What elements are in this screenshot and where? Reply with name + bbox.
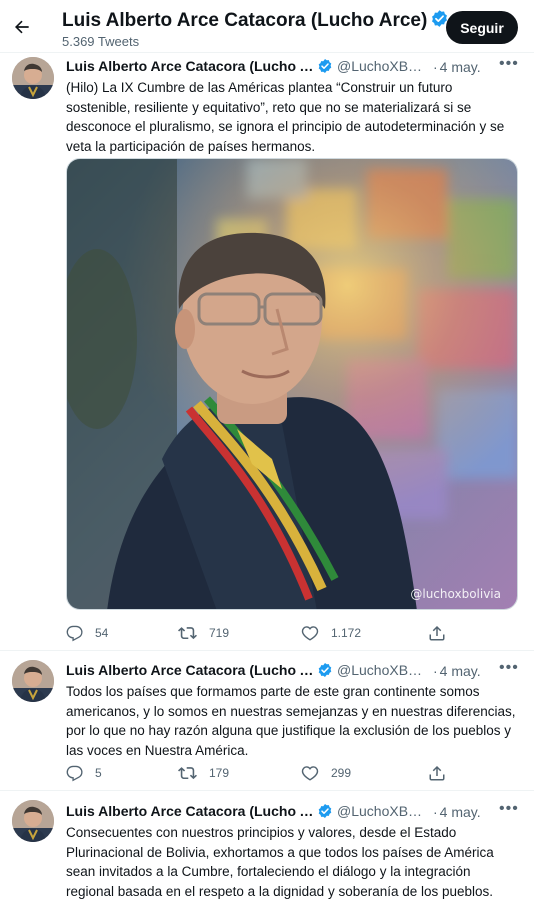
reply-button[interactable]: 54 <box>66 622 108 644</box>
tweet-actions: 54 719 1.172 <box>66 622 486 644</box>
tweet-text: Consecuentes con nuestros principios y v… <box>66 825 494 899</box>
tweet[interactable]: Luis Alberto Arce Catacora (Lucho Arce) @… <box>0 791 534 900</box>
separator-dot: · <box>433 663 438 679</box>
tweet-header: Luis Alberto Arce Catacora (Lucho Arce) @… <box>66 662 522 680</box>
like-count: 1.172 <box>331 626 362 640</box>
follow-button[interactable]: Seguir <box>446 11 518 44</box>
tweet[interactable]: Luis Alberto Arce Catacora (Lucho Arce) @… <box>0 53 534 650</box>
like-button[interactable]: 1.172 <box>301 622 361 644</box>
author-handle[interactable]: @LuchoXBolivia <box>337 662 429 678</box>
reply-icon <box>66 625 83 641</box>
profile-name-text: Luis Alberto Arce Catacora (Lucho Arce) <box>62 10 428 31</box>
tweet-actions: 5 179 299 <box>66 762 486 784</box>
separator-dot: · <box>433 59 438 75</box>
reply-button[interactable]: 5 <box>66 762 102 784</box>
separator-dot: · <box>433 804 438 820</box>
tweet-date[interactable]: 4 may. <box>440 804 481 820</box>
tweet-date[interactable]: 4 may. <box>440 663 481 679</box>
avatar[interactable] <box>12 57 54 99</box>
verified-badge-icon <box>317 662 333 681</box>
author-handle[interactable]: @LuchoXBolivia <box>337 58 429 74</box>
verified-badge-icon <box>317 58 333 77</box>
profile-name: Luis Alberto Arce Catacora (Lucho Arce) <box>62 9 449 34</box>
author-name[interactable]: Luis Alberto Arce Catacora (Lucho Arce) <box>66 662 314 678</box>
author-name[interactable]: Luis Alberto Arce Catacora (Lucho Arce) <box>66 803 314 819</box>
share-icon <box>429 765 445 781</box>
heart-icon <box>301 766 319 781</box>
author-name[interactable]: Luis Alberto Arce Catacora (Lucho Arce) <box>66 58 314 74</box>
tweet-header: Luis Alberto Arce Catacora (Lucho Arce) @… <box>66 58 522 76</box>
profile-header: Luis Alberto Arce Catacora (Lucho Arce) … <box>0 0 534 53</box>
photo-image <box>67 159 517 609</box>
tweet-text: (Hilo) La IX Cumbre de las Américas plan… <box>66 80 505 154</box>
share-icon <box>429 625 445 641</box>
author-handle[interactable]: @LuchoXBolivia <box>337 803 429 819</box>
more-dots-icon[interactable]: ••• <box>499 55 519 73</box>
like-button[interactable]: 299 <box>301 762 351 784</box>
verified-badge-icon <box>317 803 333 822</box>
tweet-photo[interactable]: @luchoxbolivia <box>66 158 518 610</box>
reply-count: 54 <box>95 626 109 640</box>
tweet-header: Luis Alberto Arce Catacora (Lucho Arce) @… <box>66 803 522 821</box>
tweet-count: 5.369 Tweets <box>62 34 140 49</box>
retweet-icon <box>178 626 197 639</box>
arrow-left-icon <box>15 20 29 34</box>
like-count: 299 <box>331 766 352 780</box>
retweet-button[interactable]: 719 <box>178 622 229 644</box>
retweet-count: 179 <box>209 766 230 780</box>
heart-icon <box>301 626 319 641</box>
reply-icon <box>66 765 83 781</box>
back-button[interactable] <box>9 14 35 40</box>
tweet[interactable]: Luis Alberto Arce Catacora (Lucho Arce) @… <box>0 651 534 790</box>
avatar[interactable] <box>12 800 54 842</box>
tweet-date[interactable]: 4 may. <box>440 59 481 75</box>
avatar[interactable] <box>12 660 54 702</box>
more-dots-icon[interactable]: ••• <box>499 800 519 818</box>
retweet-icon <box>178 766 197 779</box>
photo-watermark: @luchoxbolivia <box>410 587 501 601</box>
tweet-text: Todos los países que formamos parte de e… <box>66 684 516 758</box>
retweet-button[interactable]: 179 <box>178 762 229 784</box>
reply-count: 5 <box>95 766 102 780</box>
more-dots-icon[interactable]: ••• <box>499 659 519 677</box>
share-button[interactable] <box>428 762 458 784</box>
share-button[interactable] <box>428 622 458 644</box>
retweet-count: 719 <box>209 626 230 640</box>
